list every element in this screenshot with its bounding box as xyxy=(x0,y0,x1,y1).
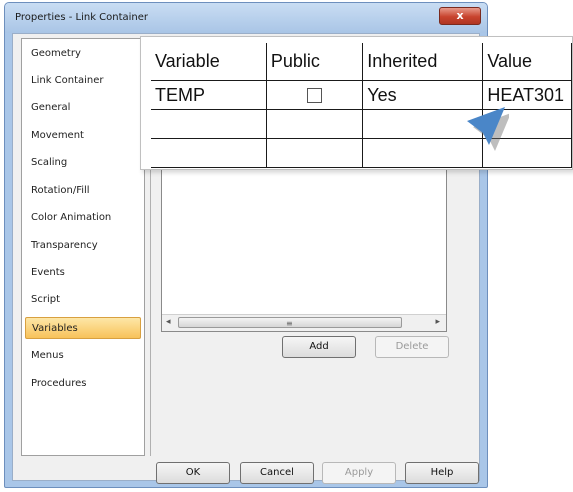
column-header-inherited[interactable]: Inherited xyxy=(362,43,484,81)
grip-icon: ≡ xyxy=(286,319,293,328)
cancel-button[interactable]: Cancel xyxy=(240,462,314,484)
variables-grid[interactable]: ◂ ≡ ▸ xyxy=(161,162,447,332)
scroll-right-icon[interactable]: ▸ xyxy=(435,317,440,327)
title-bar[interactable]: Properties - Link Container x xyxy=(5,3,487,33)
nav-item-movement[interactable]: Movement xyxy=(25,125,141,147)
delete-button[interactable]: Delete xyxy=(375,336,449,358)
nav-item-link-container[interactable]: Link Container xyxy=(25,70,141,92)
close-icon: x xyxy=(456,9,464,22)
variable-cell[interactable] xyxy=(151,138,267,168)
scroll-left-icon[interactable]: ◂ xyxy=(166,317,171,327)
mouse-pointer-icon xyxy=(467,107,511,151)
scrollbar-thumb[interactable]: ≡ xyxy=(178,317,402,328)
table-header-row: Variable Public Inherited Value xyxy=(151,43,572,81)
nav-item-transparency[interactable]: Transparency xyxy=(25,235,141,257)
apply-button[interactable]: Apply xyxy=(322,462,396,484)
help-button[interactable]: Help xyxy=(405,462,479,484)
column-header-value[interactable]: Value xyxy=(482,43,572,81)
variables-table-zoom: Variable Public Inherited Value TEMP Yes… xyxy=(140,36,573,170)
nav-item-general[interactable]: General xyxy=(25,97,141,119)
column-header-public[interactable]: Public xyxy=(265,43,364,81)
public-checkbox[interactable] xyxy=(307,88,323,104)
horizontal-scrollbar[interactable]: ◂ ≡ ▸ xyxy=(162,314,446,331)
public-cell[interactable] xyxy=(265,109,364,139)
column-header-variable[interactable]: Variable xyxy=(151,43,267,81)
ok-button[interactable]: OK xyxy=(156,462,230,484)
nav-item-geometry[interactable]: Geometry xyxy=(25,43,141,65)
close-button[interactable]: x xyxy=(439,7,481,25)
public-cell[interactable] xyxy=(265,80,364,110)
nav-item-rotation-fill[interactable]: Rotation/Fill xyxy=(25,180,141,202)
nav-item-events[interactable]: Events xyxy=(25,262,141,284)
nav-item-procedures[interactable]: Procedures xyxy=(25,373,141,395)
mouse-pointer-icon xyxy=(453,99,511,159)
variable-cell[interactable] xyxy=(151,109,267,139)
public-cell[interactable] xyxy=(265,138,364,168)
nav-item-color-animation[interactable]: Color Animation xyxy=(25,207,141,229)
variable-cell[interactable]: TEMP xyxy=(151,80,267,110)
nav-item-script[interactable]: Script xyxy=(25,289,141,311)
nav-item-scaling[interactable]: Scaling xyxy=(25,152,141,174)
nav-item-menus[interactable]: Menus xyxy=(25,345,141,367)
add-button[interactable]: Add xyxy=(282,336,356,358)
window-title: Properties - Link Container xyxy=(15,12,149,23)
property-category-list: Geometry Link Container General Movement… xyxy=(21,38,145,456)
nav-item-variables[interactable]: Variables xyxy=(25,317,141,339)
